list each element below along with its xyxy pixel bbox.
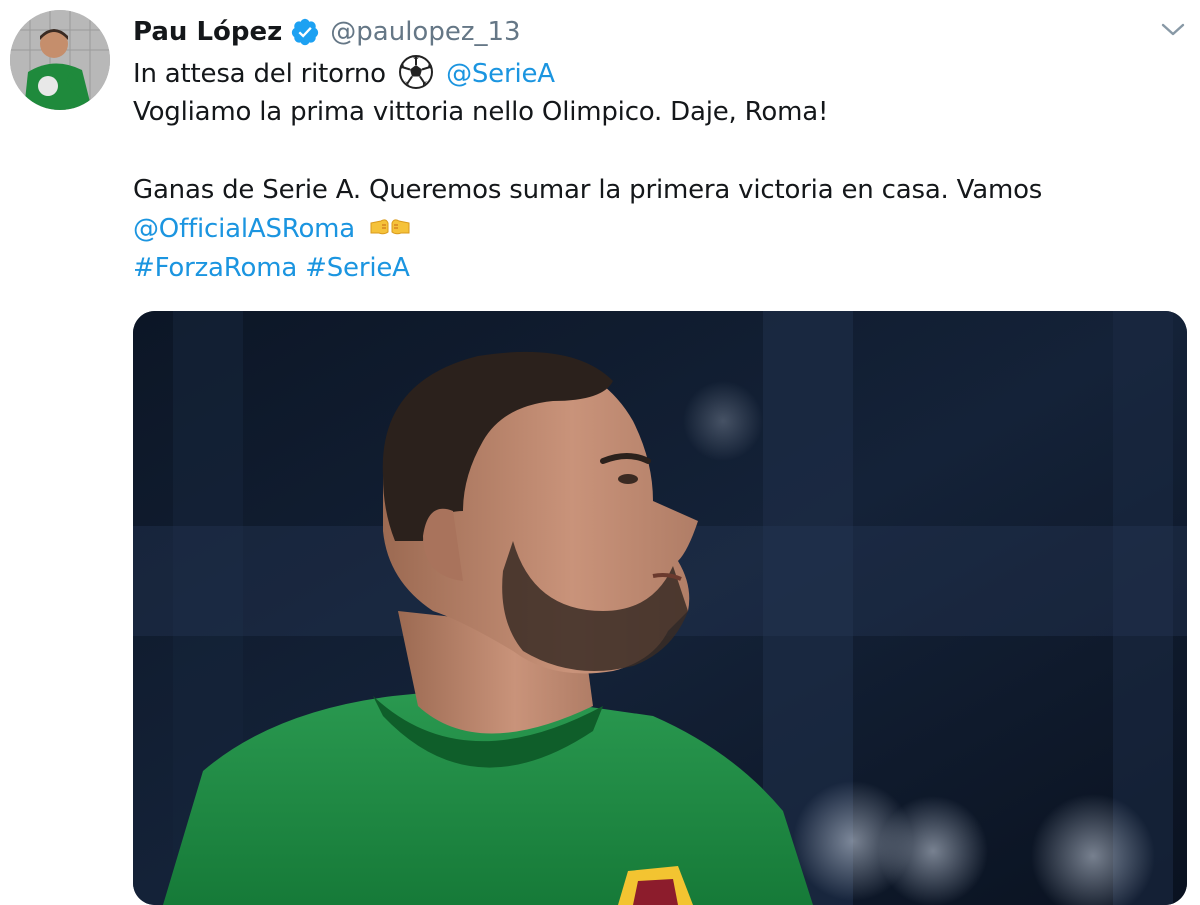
verified-badge-icon <box>290 17 320 47</box>
mention-link[interactable]: @SerieA <box>446 59 555 89</box>
chevron-down-icon[interactable] <box>1158 18 1188 42</box>
tweet-line-3: Ganas de Serie A. Queremos sumar la prim… <box>133 175 1043 205</box>
soccer-ball-icon <box>398 54 434 90</box>
tweet-text-segment: In attesa del ritorno <box>133 59 386 89</box>
hashtag-link[interactable]: #ForzaRoma <box>133 253 297 283</box>
tweet-line-2: Vogliamo la prima vittoria nello Olimpic… <box>133 97 829 127</box>
author-handle[interactable]: @paulopez_13 <box>330 17 520 47</box>
fist-bump-icon <box>369 213 411 239</box>
author-name[interactable]: Pau López <box>133 17 282 47</box>
avatar[interactable] <box>10 10 110 110</box>
goalkeeper-avatar-icon <box>10 10 110 110</box>
tweet-line-4: @OfficialASRoma <box>133 210 1183 249</box>
mention-link[interactable]: @OfficialASRoma <box>133 214 355 244</box>
tweet-text: In attesa del ritorno @SerieA Vogliamo l… <box>133 54 1183 288</box>
tweet-line-1: In attesa del ritorno @SerieA <box>133 54 1183 93</box>
tweet-card: Pau López @paulopez_13 In attesa del rit… <box>0 0 1200 905</box>
hashtag-link[interactable]: #SerieA <box>305 253 410 283</box>
line-break <box>133 132 1183 171</box>
goalkeeper-photo <box>133 311 1187 905</box>
tweet-header: Pau López @paulopez_13 <box>133 12 521 52</box>
tweet-media-photo[interactable] <box>133 311 1187 905</box>
tweet-line-5: #ForzaRoma #SerieA <box>133 249 1183 288</box>
